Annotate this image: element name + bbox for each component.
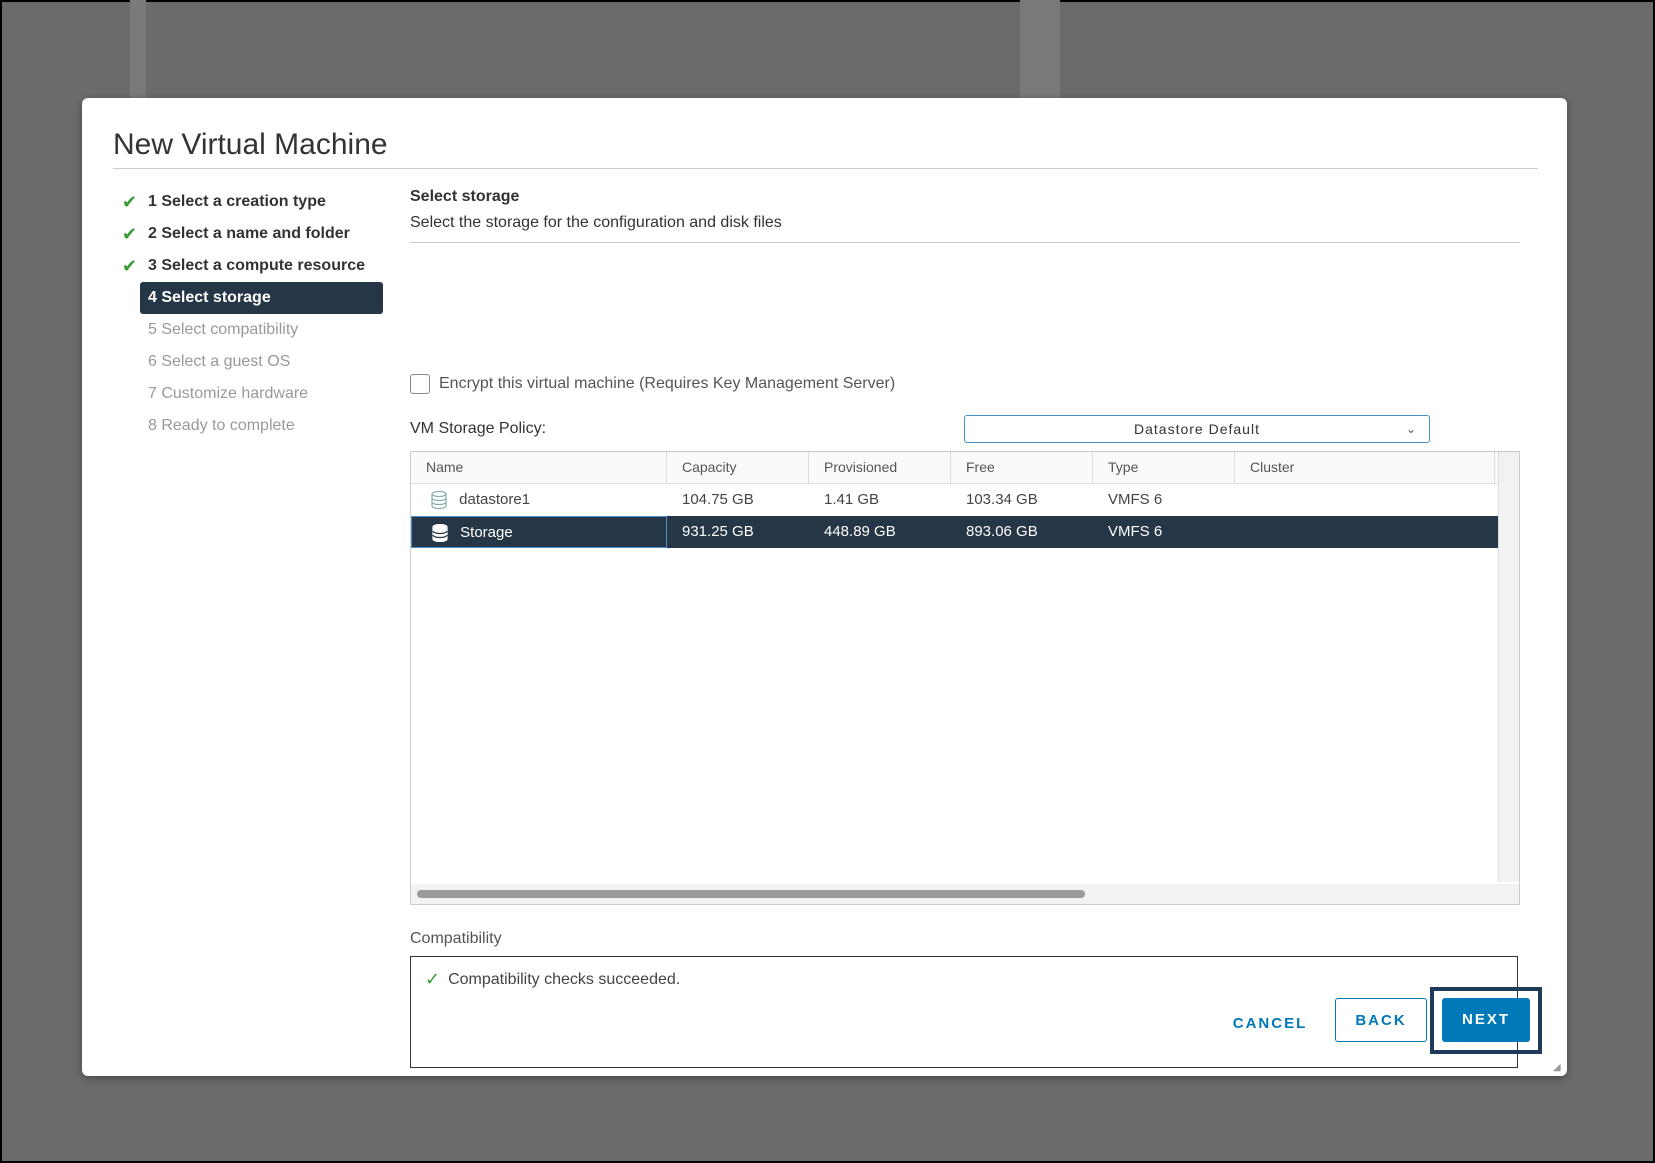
step-guest-os: 6 Select a guest OS: [120, 346, 390, 378]
horizontal-scrollbar[interactable]: [411, 884, 1519, 904]
step-label: 8 Ready to complete: [148, 417, 295, 434]
cell-name: Storage: [411, 516, 667, 548]
datastore-grid: Name Capacity Provisioned Free Type Clus…: [410, 451, 1520, 905]
step-label: 5 Select compatibility: [148, 321, 299, 338]
section-divider: [410, 242, 1520, 243]
step-compute-resource[interactable]: ✔ 3 Select a compute resource: [120, 250, 390, 282]
background-panel: [1020, 0, 1060, 98]
grid-header: Name Capacity Provisioned Free Type Clus…: [411, 452, 1519, 484]
column-header-type[interactable]: Type: [1093, 452, 1235, 483]
datastore-name: Storage: [460, 524, 513, 541]
cell-free: 893.06 GB: [966, 523, 1038, 540]
check-icon: ✔: [122, 256, 138, 276]
step-label: 2 Select a name and folder: [148, 225, 350, 242]
cell-cluster: [1235, 484, 1495, 516]
column-header-capacity[interactable]: Capacity: [667, 452, 809, 483]
next-button[interactable]: NEXT: [1442, 998, 1530, 1042]
cell-provisioned: 1.41 GB: [824, 491, 880, 508]
back-button[interactable]: BACK: [1335, 998, 1427, 1042]
datastore-icon: [431, 491, 447, 510]
storage-policy-label: VM Storage Policy:: [410, 420, 547, 437]
encrypt-option[interactable]: Encrypt this virtual machine (Requires K…: [410, 374, 895, 394]
encrypt-checkbox[interactable]: [410, 374, 430, 394]
step-creation-type[interactable]: ✔ 1 Select a creation type: [120, 186, 390, 218]
section-description: Select the storage for the configuration…: [410, 214, 782, 231]
column-header-name[interactable]: Name: [411, 452, 667, 483]
check-icon: ✔: [122, 192, 138, 212]
cell-name: datastore1: [411, 484, 667, 516]
title-divider: [113, 168, 1538, 169]
step-label: 7 Customize hardware: [148, 385, 309, 402]
cell-capacity: 104.75 GB: [682, 491, 754, 508]
wizard-steps: ✔ 1 Select a creation type ✔ 2 Select a …: [120, 186, 390, 442]
step-name-folder[interactable]: ✔ 2 Select a name and folder: [120, 218, 390, 250]
dialog-title: New Virtual Machine: [113, 128, 388, 161]
cancel-button[interactable]: CANCEL: [1220, 1002, 1320, 1046]
step-label: 3 Select a compute resource: [148, 257, 365, 274]
main-panel: Select storage Select the storage for th…: [410, 188, 1520, 1068]
cell-free: 103.34 GB: [966, 491, 1038, 508]
storage-policy-value: Datastore Default: [1134, 421, 1260, 437]
step-select-storage[interactable]: 4 Select storage: [140, 282, 383, 314]
step-label: 6 Select a guest OS: [148, 353, 291, 370]
cell-type: VMFS 6: [1108, 491, 1163, 508]
step-label: 1 Select a creation type: [148, 193, 326, 210]
background-panel: [130, 0, 146, 98]
cell-capacity: 931.25 GB: [682, 523, 754, 540]
scrollbar-thumb[interactable]: [417, 890, 1085, 898]
step-ready-to-complete: 8 Ready to complete: [120, 410, 390, 442]
resize-grip-icon[interactable]: ◢: [1553, 1062, 1563, 1073]
compatibility-message: ✓ Compatibility checks succeeded.: [425, 969, 680, 990]
new-vm-dialog: New Virtual Machine ✔ 1 Select a creatio…: [82, 98, 1567, 1076]
column-header-cluster[interactable]: Cluster: [1235, 452, 1495, 483]
table-row[interactable]: datastore1 104.75 GB 1.41 GB 103.34 GB V…: [411, 484, 1519, 516]
step-label: 4 Select storage: [148, 289, 271, 306]
cell-cluster: [1235, 516, 1495, 548]
vertical-scrollbar[interactable]: [1498, 452, 1519, 882]
check-icon: ✓: [425, 969, 441, 989]
step-customize-hardware: 7 Customize hardware: [120, 378, 390, 410]
column-header-free[interactable]: Free: [951, 452, 1093, 483]
datastore-icon: [432, 524, 448, 543]
cell-provisioned: 448.89 GB: [824, 523, 896, 540]
step-compatibility: 5 Select compatibility: [120, 314, 390, 346]
storage-policy-select[interactable]: Datastore Default ⌄: [964, 415, 1430, 443]
encrypt-label: Encrypt this virtual machine (Requires K…: [439, 375, 896, 392]
compatibility-text: Compatibility checks succeeded.: [448, 970, 681, 988]
column-header-provisioned[interactable]: Provisioned: [809, 452, 951, 483]
chevron-down-icon: ⌄: [1405, 422, 1417, 436]
table-row-selected[interactable]: Storage 931.25 GB 448.89 GB 893.06 GB VM…: [411, 516, 1519, 548]
compatibility-label: Compatibility: [410, 930, 502, 947]
check-icon: ✔: [122, 224, 138, 244]
section-title: Select storage: [410, 188, 520, 205]
datastore-name: datastore1: [459, 491, 531, 508]
cell-type: VMFS 6: [1108, 523, 1163, 540]
